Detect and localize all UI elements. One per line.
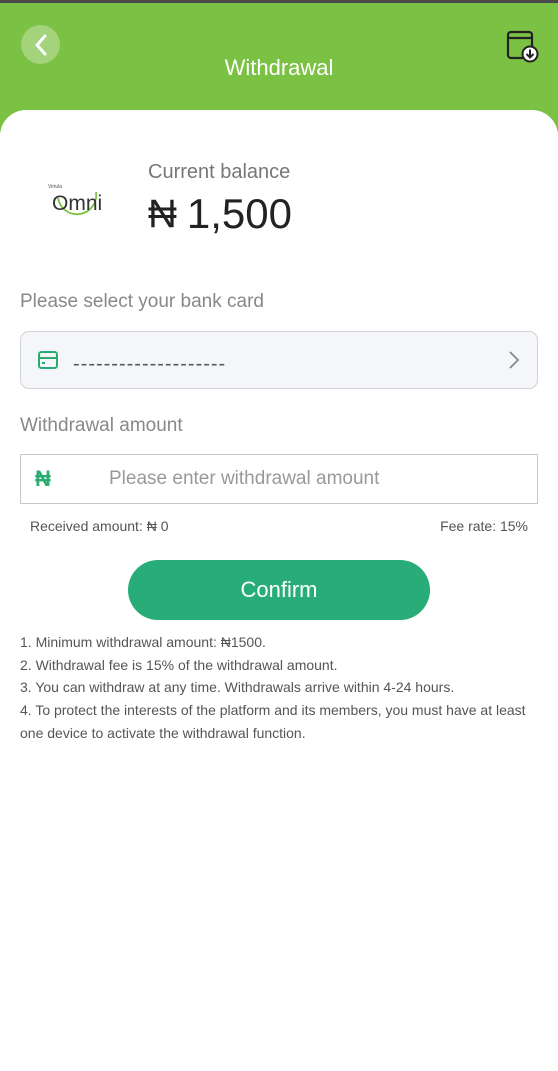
- withdrawal-amount-label: Withdrawal amount: [20, 415, 183, 436]
- fee-rate: Fee rate: 15%: [440, 518, 528, 534]
- balance-value-text: 1,500: [186, 190, 292, 237]
- credit-card-icon: [38, 351, 58, 369]
- chevron-right-icon: [509, 351, 520, 369]
- confirm-button[interactable]: Confirm: [128, 560, 430, 620]
- bank-card-value: ------‐-------------: [73, 352, 227, 375]
- withdrawal-amount-field: ₦: [20, 454, 538, 504]
- omni-logo: Virtula Omni: [48, 184, 102, 216]
- balance-amount: ₦ 1,500: [148, 190, 292, 238]
- naira-currency-symbol: ₦: [148, 191, 177, 236]
- wallet-download-icon: [506, 30, 539, 63]
- balance-label: Current balance: [148, 161, 291, 183]
- rule-item: 3. You can withdraw at any time. Withdra…: [20, 679, 455, 696]
- withdrawal-record-button[interactable]: [506, 30, 540, 64]
- rule-item: 1. Minimum withdrawal amount: ₦1500.: [20, 634, 266, 650]
- withdrawal-rules: 1. Minimum withdrawal amount: ₦1500. 2. …: [20, 631, 540, 745]
- received-amount: Received amount: ₦ 0: [30, 518, 169, 534]
- rule-item: 4. To protect the interests of the platf…: [20, 702, 526, 741]
- rule-item: 2. Withdrawal fee is 15% of the withdraw…: [20, 656, 338, 673]
- svg-text:Virtula: Virtula: [48, 184, 62, 190]
- chevron-left-icon: [35, 34, 46, 55]
- bank-card-select[interactable]: ------‐-------------: [20, 331, 538, 389]
- svg-text:Omni: Omni: [52, 192, 102, 215]
- naira-icon: ₦: [35, 466, 51, 491]
- bank-card-label: Please select your bank card: [20, 291, 264, 312]
- withdrawal-amount-input[interactable]: [109, 455, 529, 503]
- page-title: Withdrawal: [224, 55, 334, 80]
